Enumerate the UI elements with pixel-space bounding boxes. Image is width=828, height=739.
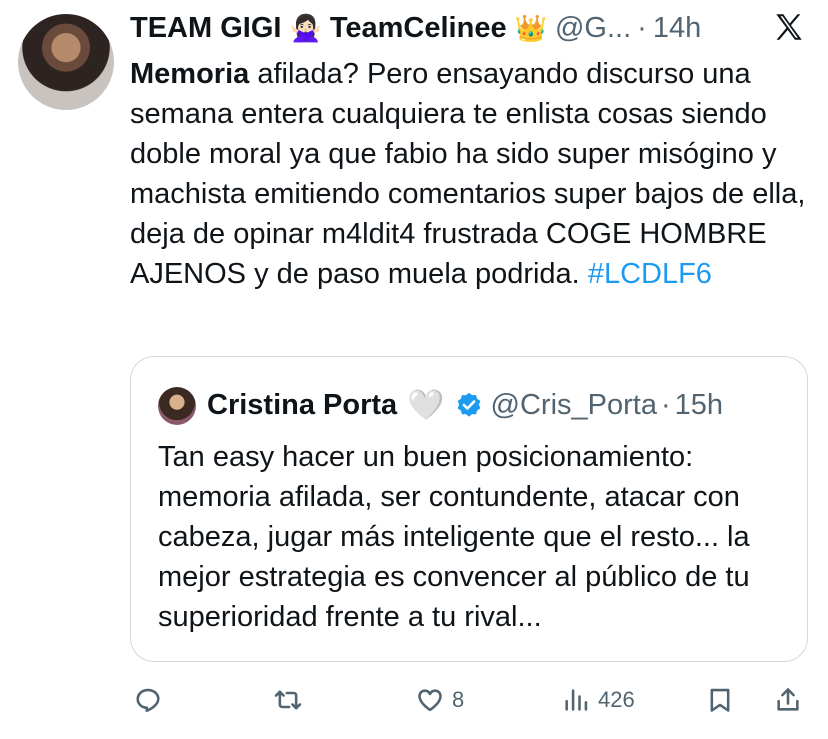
quote-handle[interactable]: @Cris_Porta bbox=[491, 389, 657, 422]
display-name-2[interactable]: TeamCelinee bbox=[330, 12, 507, 45]
quote-author-avatar[interactable] bbox=[158, 387, 196, 425]
repost-icon bbox=[274, 690, 302, 710]
quote-separator-dot: · bbox=[660, 388, 671, 421]
heart-icon bbox=[418, 689, 442, 712]
x-logo-icon[interactable] bbox=[772, 10, 806, 44]
share-button[interactable] bbox=[774, 680, 802, 720]
white-heart-emoji: 🤍 bbox=[407, 388, 445, 422]
crown-emoji: 👑 bbox=[514, 12, 547, 43]
tweet-text-body: afilada? Pero ensayando discurso una sem… bbox=[130, 58, 806, 290]
author-avatar[interactable] bbox=[18, 14, 114, 110]
handle[interactable]: @G... bbox=[555, 12, 631, 45]
no-gesture-emoji: 🙅🏻‍♀️ bbox=[289, 12, 322, 43]
tweet-text-bold: Memoria bbox=[130, 58, 250, 90]
quote-text: Tan easy hacer un buen posicionamiento: … bbox=[158, 441, 750, 633]
timestamp[interactable]: 14h bbox=[653, 12, 701, 45]
hashtag-link[interactable]: #LCDLF6 bbox=[588, 258, 712, 290]
bookmark-button[interactable] bbox=[706, 680, 734, 720]
bookmark-icon bbox=[710, 688, 730, 712]
separator-dot: · bbox=[637, 11, 647, 44]
verified-badge-icon bbox=[457, 392, 480, 417]
quote-header: Cristina Porta 🤍 @Cris_Porta · 15h bbox=[207, 385, 797, 425]
quoted-tweet[interactable]: Cristina Porta 🤍 @Cris_Porta · 15h Tan e… bbox=[130, 356, 808, 662]
reply-icon bbox=[136, 688, 160, 713]
views-icon bbox=[565, 689, 588, 711]
reply-button[interactable] bbox=[134, 680, 162, 720]
quote-timestamp[interactable]: 15h bbox=[675, 389, 723, 422]
repost-button[interactable] bbox=[274, 680, 302, 720]
quote-display-name[interactable]: Cristina Porta bbox=[207, 389, 397, 422]
views-button[interactable]: 426 bbox=[562, 680, 635, 720]
like-button[interactable]: 8 bbox=[416, 680, 464, 720]
action-bar: 8 426 bbox=[130, 680, 814, 720]
tweet-header: TEAM GIGI 🙅🏻‍♀️ TeamCelinee 👑 @G... · 14… bbox=[130, 8, 810, 48]
view-count: 426 bbox=[598, 687, 635, 712]
like-count: 8 bbox=[452, 687, 465, 712]
share-icon bbox=[777, 688, 799, 711]
display-name[interactable]: TEAM GIGI bbox=[130, 12, 281, 45]
tweet-text: Memoria afilada? Pero ensayando discurso… bbox=[130, 54, 810, 294]
